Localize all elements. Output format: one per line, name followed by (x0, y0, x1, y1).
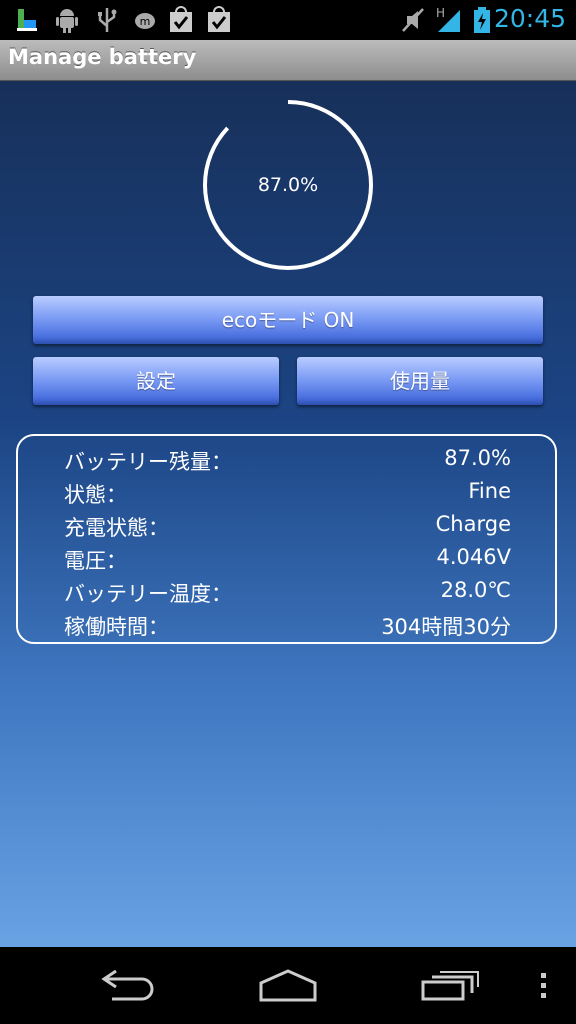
info-label: バッテリー残量： (64, 450, 232, 474)
m-icon: m (135, 13, 155, 29)
bag-check-icon (208, 6, 230, 32)
home-icon[interactable] (256, 967, 320, 1003)
app-title: Manage battery (8, 45, 197, 69)
info-row: 充電状態： Charge (64, 512, 511, 545)
info-value: Fine (468, 479, 511, 503)
title-bar: Manage battery (0, 40, 576, 81)
mute-icon (402, 8, 424, 32)
clock: 20:45 (493, 4, 566, 33)
info-label: バッテリー温度： (64, 582, 232, 606)
signal-icon (438, 10, 460, 32)
eco-mode-button[interactable]: ecoモード ON (33, 296, 543, 344)
battery-info-panel: バッテリー残量： 87.0% 状態： Fine 充電状態： Charge 電圧：… (16, 434, 557, 644)
battery-percent-label: 87.0% (257, 174, 319, 196)
android-debug-icon (56, 9, 78, 33)
svg-text:m: m (140, 15, 151, 28)
back-icon[interactable] (96, 967, 158, 1003)
settings-button[interactable]: 設定 (33, 357, 279, 405)
menu-icon[interactable] (536, 971, 550, 1001)
navigation-bar (0, 947, 576, 1024)
info-label: 状態： (64, 483, 127, 507)
info-value: 304時間30分 (381, 615, 511, 639)
bag-check-icon (170, 6, 192, 32)
battery-charging-icon (474, 7, 490, 33)
info-row: バッテリー温度： 28.0℃ (64, 578, 511, 611)
info-label: 電圧： (64, 549, 127, 573)
recents-icon[interactable] (418, 967, 480, 1003)
status-bar: m H 20:45 (0, 0, 576, 40)
usage-button[interactable]: 使用量 (297, 357, 543, 405)
main-content: 87.0% ecoモード ON 設定 使用量 バッテリー残量： 87.0% 状態… (0, 81, 576, 947)
app-icon (17, 9, 37, 31)
info-label: 稼働時間： (64, 615, 169, 639)
info-value: 4.046V (436, 545, 511, 569)
info-row: 状態： Fine (64, 479, 511, 512)
info-row: バッテリー残量： 87.0% (64, 446, 511, 479)
usb-icon (98, 8, 117, 32)
info-row: 稼働時間： 304時間30分 (64, 611, 511, 644)
info-label: 充電状態： (64, 516, 169, 540)
info-value: 28.0℃ (440, 578, 511, 602)
info-value: 87.0% (444, 446, 511, 470)
battery-ring: 87.0% (202, 99, 374, 271)
info-row: 電圧： 4.046V (64, 545, 511, 578)
info-value: Charge (435, 512, 511, 536)
